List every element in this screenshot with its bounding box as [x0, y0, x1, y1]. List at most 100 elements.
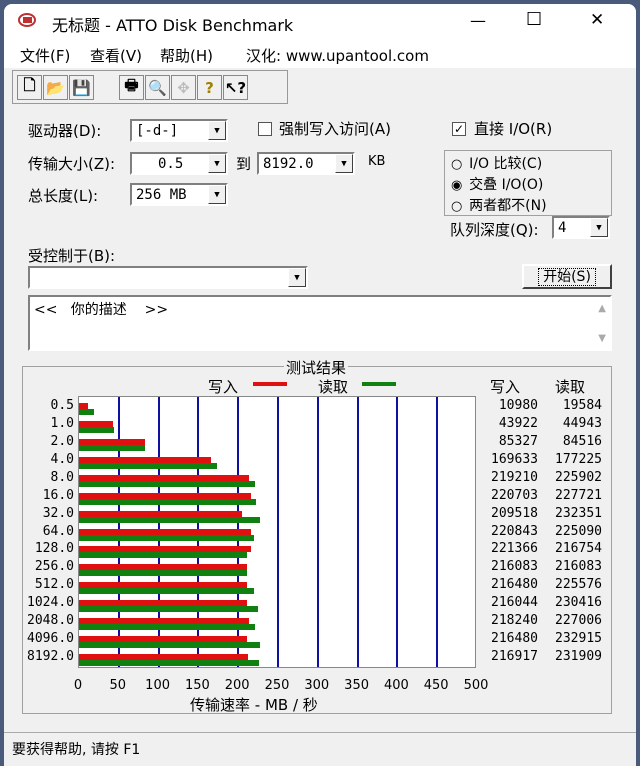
open-button[interactable]: 📂 — [43, 75, 68, 100]
read-value: 225090 — [555, 523, 602, 539]
force-write-checkbox[interactable] — [258, 122, 272, 136]
chevron-down-icon[interactable]: ▼ — [208, 121, 226, 140]
read-bar — [79, 624, 256, 631]
gridline — [316, 397, 319, 667]
chevron-down-icon[interactable]: ▼ — [335, 154, 353, 173]
read-value: 230416 — [555, 595, 602, 611]
queue-depth-value: 4 — [558, 220, 567, 236]
transfer-from-select[interactable]: 0.5 ▼ — [130, 152, 228, 175]
row-label: 128.0 — [34, 541, 74, 557]
radio-option[interactable]: ○ 两者都不(N) — [451, 195, 547, 215]
read-value: 44943 — [562, 415, 602, 431]
transfer-to-select[interactable]: 8192.0 ▼ — [257, 152, 355, 175]
start-button[interactable]: 开始(S) — [522, 264, 612, 289]
read-bar — [79, 588, 255, 595]
write-value: 219210 — [491, 469, 538, 485]
to-label: 到 — [236, 155, 252, 173]
row-label: 32.0 — [42, 505, 74, 521]
context-help-icon: ↖? — [224, 78, 247, 97]
start-button-label: 开始(S) — [538, 268, 596, 286]
direct-io-checkbox[interactable]: ✓ — [452, 122, 466, 136]
write-value: 216044 — [491, 595, 538, 611]
transfer-to-value: 8192.0 — [263, 156, 314, 172]
row-label: 64.0 — [42, 523, 74, 539]
chart-plot-area — [78, 396, 476, 668]
read-bar — [79, 498, 257, 505]
write-value: 221366 — [491, 541, 538, 557]
radio-option[interactable]: ○ I/O 比较(C) — [451, 153, 542, 173]
write-value: 43922 — [498, 415, 538, 431]
x-tick-label: 350 — [344, 678, 369, 693]
total-length-select[interactable]: 256 MB ▼ — [130, 183, 228, 206]
read-value: 232351 — [555, 505, 602, 521]
radio-button-icon[interactable]: ◉ — [451, 178, 465, 193]
radio-label: 两者都不(N) — [469, 198, 547, 214]
menu-file[interactable]: 文件(F) — [20, 45, 70, 66]
results-title: 测试结果 — [284, 357, 349, 378]
write-value: 216480 — [491, 577, 538, 593]
move-button[interactable]: ✥ — [171, 75, 196, 100]
status-bar: 要获得帮助, 请按 F1 — [4, 732, 636, 766]
open-icon: 📂 — [46, 78, 65, 97]
read-column-header: 读取 — [555, 378, 586, 396]
minimize-button[interactable]: — — [470, 11, 486, 30]
read-value: 231909 — [555, 649, 602, 665]
status-text: 要获得帮助, 请按 F1 — [12, 742, 141, 758]
scroll-down-icon[interactable]: ▼ — [598, 333, 606, 344]
write-value: 220843 — [491, 523, 538, 539]
write-legend-swatch — [253, 382, 287, 386]
row-label: 0.5 — [50, 398, 74, 413]
drive-value: [-d-] — [136, 123, 179, 139]
context-help-button[interactable]: ↖? — [223, 75, 248, 100]
read-value: 216754 — [555, 541, 602, 557]
radio-option[interactable]: ◉ 交叠 I/O(O) — [451, 174, 543, 194]
x-tick-label: 300 — [304, 678, 330, 693]
controlled-by-select[interactable]: ▼ — [28, 266, 308, 289]
read-value: 227006 — [555, 613, 602, 629]
row-label: 16.0 — [42, 487, 74, 503]
write-value: 220703 — [491, 487, 538, 503]
read-bar — [79, 606, 259, 613]
drive-select[interactable]: [-d-] ▼ — [130, 119, 228, 142]
save-button[interactable]: 💾 — [69, 75, 94, 100]
menu-help[interactable]: 帮助(H) — [160, 45, 213, 66]
app-icon — [18, 13, 36, 27]
row-label: 4.0 — [50, 451, 74, 467]
scroll-up-icon[interactable]: ▲ — [598, 303, 606, 314]
read-bar — [79, 570, 247, 577]
close-button[interactable]: ✕ — [590, 10, 604, 30]
queue-depth-select[interactable]: 4 ▼ — [552, 216, 610, 239]
read-value: 232915 — [555, 631, 602, 647]
radio-button-icon[interactable]: ○ — [451, 199, 465, 214]
read-bar — [79, 444, 145, 451]
chevron-down-icon[interactable]: ▼ — [208, 154, 226, 173]
save-icon: 💾 — [72, 78, 91, 97]
read-legend-label: 读取 — [318, 378, 349, 396]
menu-bar: 文件(F) 查看(V) 帮助(H) 汉化: www.upantool.com — [4, 40, 636, 68]
maximize-button[interactable]: ☐ — [526, 9, 542, 30]
chevron-down-icon[interactable]: ▼ — [208, 185, 226, 204]
new-button[interactable]: 🗋 — [17, 75, 42, 100]
print-button[interactable]: 🖶 — [119, 75, 144, 100]
read-bar — [79, 534, 254, 541]
read-legend-swatch — [362, 382, 396, 386]
new-icon: 🗋 — [23, 76, 36, 94]
help-button[interactable]: ? — [197, 75, 222, 100]
menu-view[interactable]: 查看(V) — [90, 45, 142, 66]
drive-label: 驱动器(D): — [28, 122, 102, 140]
row-label: 4096.0 — [27, 631, 74, 647]
force-write-label: 强制写入访问(A) — [279, 120, 391, 138]
print-preview-icon: 🔍 — [148, 78, 167, 97]
radio-button-icon[interactable]: ○ — [451, 157, 465, 172]
row-label: 2.0 — [50, 433, 74, 449]
row-label: 1.0 — [50, 415, 74, 431]
gridline — [396, 397, 399, 667]
read-bar — [79, 409, 95, 415]
write-value: 216083 — [491, 559, 538, 575]
description-textarea[interactable]: << 你的描述 >> ▲ ▼ — [28, 295, 612, 351]
chevron-down-icon[interactable]: ▼ — [590, 218, 608, 237]
print-preview-button[interactable]: 🔍 — [145, 75, 170, 100]
chevron-down-icon[interactable]: ▼ — [288, 268, 306, 287]
move-icon: ✥ — [177, 78, 190, 97]
write-value: 169633 — [491, 451, 538, 467]
